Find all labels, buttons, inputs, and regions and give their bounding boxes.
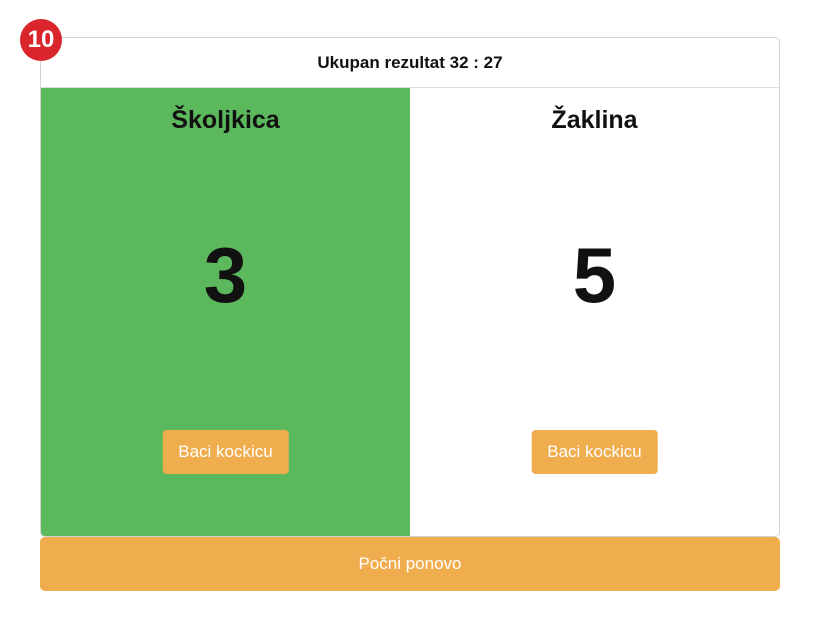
- player-1-roll-button[interactable]: Baci kockicu: [162, 430, 289, 474]
- restart-button[interactable]: Počni ponovo: [40, 537, 780, 591]
- player-panel-2: Žaklina 5 Baci kockicu: [410, 88, 779, 536]
- players-row: Školjkica 3 Baci kockicu Žaklina 5 Baci …: [41, 88, 779, 536]
- player-1-name: Školjkica: [171, 106, 280, 134]
- total-score: Ukupan rezultat 32 : 27: [41, 38, 779, 88]
- player-2-roll-button[interactable]: Baci kockicu: [531, 430, 658, 474]
- game-card: Ukupan rezultat 32 : 27 Školjkica 3 Baci…: [40, 37, 780, 537]
- round-badge: 10: [20, 19, 62, 61]
- player-2-roll: 5: [572, 231, 617, 319]
- player-panel-1: Školjkica 3 Baci kockicu: [41, 88, 410, 536]
- player-2-name: Žaklina: [551, 106, 638, 134]
- player-1-roll: 3: [203, 231, 248, 319]
